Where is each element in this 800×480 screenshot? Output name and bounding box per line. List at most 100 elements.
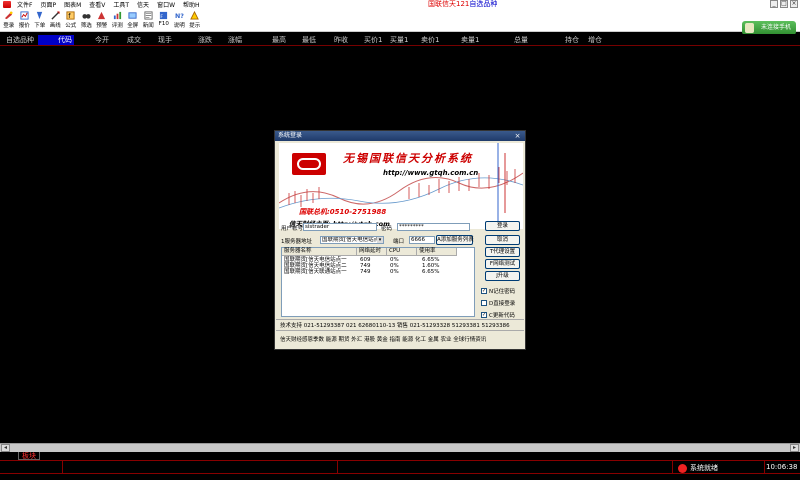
toolbar-login-button[interactable]: 登录 <box>1 9 17 31</box>
system-status-text: 系统就绪 <box>690 464 718 472</box>
toolbar-alert-button[interactable]: 预警 <box>94 9 110 31</box>
server-row[interactable]: 国联期货[信天联通站点一 749 0% 6.65% <box>282 269 476 275</box>
minimize-icon[interactable]: _ <box>770 0 778 8</box>
toolbar-help-button[interactable]: N? 说明 <box>172 9 188 31</box>
toolbar-filter-button[interactable]: 筛选 <box>79 9 95 31</box>
system-status: 系统就绪 <box>678 463 718 473</box>
menu-chart[interactable]: 图表M <box>60 0 85 9</box>
checkbox-checked-icon: ✓ <box>481 288 487 294</box>
cancel-button[interactable]: 取消 <box>485 235 520 245</box>
status-divider <box>764 461 765 473</box>
update-code-checkbox[interactable]: ✓ C更新代码 <box>481 311 515 319</box>
column-bid1[interactable]: 买价1 <box>364 35 382 45</box>
title-app-name: 国联信天121 <box>428 0 470 8</box>
toolbar-quote-button[interactable]: 报价 <box>17 9 33 31</box>
column-ask1[interactable]: 卖价1 <box>421 35 439 45</box>
scroll-right-icon[interactable]: ▸ <box>790 444 799 452</box>
login-icon <box>5 11 13 20</box>
column-open-interest[interactable]: 持仓 <box>565 35 579 45</box>
server-select[interactable]: 国联期货[信天电信站点 ▾ <box>320 236 384 244</box>
hint-icon <box>190 11 200 20</box>
column-total-volume[interactable]: 总量 <box>514 35 528 45</box>
column-change-pct[interactable]: 涨幅 <box>228 35 242 45</box>
dialog-divider <box>276 319 524 320</box>
toolbar-formula-button[interactable]: f 公式 <box>63 9 79 31</box>
connect-phone-label: 未连接手机 <box>760 24 791 31</box>
help-icon: N? <box>175 13 184 20</box>
dialog-close-icon[interactable]: × <box>513 132 522 140</box>
column-low[interactable]: 最低 <box>302 35 316 45</box>
guolian-logo <box>292 153 326 175</box>
chevron-down-icon: ▾ <box>377 237 383 243</box>
dialog-titlebar: 系统登录 × <box>275 131 525 141</box>
column-prev-close[interactable]: 昨收 <box>334 35 348 45</box>
add-server-button[interactable]: A添加服务列表 <box>436 235 474 245</box>
port-label: 端口 <box>393 239 405 245</box>
filter-icon <box>82 14 91 19</box>
server-list-header-latency[interactable]: 网络延时 <box>357 248 387 256</box>
menu-xintian[interactable]: 信天 <box>133 0 153 9</box>
toolbar-fullscreen-button[interactable]: 全屏 <box>125 9 141 31</box>
column-oi-change[interactable]: 增仓 <box>588 35 602 45</box>
quote-icon <box>20 11 29 20</box>
f10-icon: F <box>160 11 168 20</box>
column-ask-vol1[interactable]: 卖量1 <box>461 35 479 45</box>
server-latency: 749 <box>360 269 371 275</box>
menu-help[interactable]: 帮助H <box>179 0 204 9</box>
quote-column-header: 自选品种 代码 今开 成交 现手 涨跌 涨幅 最高 最低 昨收 买价1 买量1 … <box>0 34 800 46</box>
toolbar-label: 提示 <box>189 23 201 29</box>
toolbar-label: 说明 <box>173 23 185 29</box>
server-list-header-cpu[interactable]: CPU <box>387 248 417 256</box>
drawline-icon <box>51 11 60 20</box>
alert-icon <box>98 11 106 20</box>
horizontal-scrollbar[interactable]: ◂ ▸ <box>0 443 800 452</box>
toolbar-order-button[interactable]: 下单 <box>32 9 48 31</box>
status-divider <box>62 461 63 473</box>
menu-view[interactable]: 查看V <box>85 0 109 9</box>
toolbar-f10-button[interactable]: F F10 <box>156 9 172 31</box>
server-list-header-usage[interactable]: 使用率 <box>417 248 457 256</box>
svg-text:F: F <box>161 14 164 20</box>
upgrade-button[interactable]: J升级 <box>485 271 520 281</box>
column-open[interactable]: 今开 <box>95 35 109 45</box>
status-divider <box>672 461 673 473</box>
news-ticker[interactable]: 信天财经感恩季数 能源 期货 外汇 港股 黄金 指南 能源 化工 金属 农业 全… <box>280 335 486 343</box>
remember-password-checkbox[interactable]: ✓ N记住密码 <box>481 287 515 295</box>
close-icon[interactable]: × <box>790 0 798 8</box>
password-field[interactable]: ********* <box>397 223 470 231</box>
server-usage: 6.65% <box>422 269 440 275</box>
dialog-divider <box>276 330 524 331</box>
menu-window[interactable]: 窗口W <box>153 0 179 9</box>
column-code[interactable]: 代码 <box>38 35 74 45</box>
user-field[interactable]: sistrader <box>303 223 377 231</box>
toolbar-test-button[interactable]: 评测 <box>110 9 126 31</box>
column-current-hand[interactable]: 现手 <box>158 35 172 45</box>
column-bid-vol1[interactable]: 买量1 <box>390 35 408 45</box>
direct-login-checkbox[interactable]: D直接登录 <box>481 299 515 307</box>
menu-tools[interactable]: 工具T <box>109 0 133 9</box>
port-field[interactable]: 6666 <box>409 236 435 244</box>
menu-page[interactable]: 页面P <box>36 0 60 9</box>
window-controls: _ □ × <box>770 0 798 8</box>
network-test-button[interactable]: F网络测试 <box>485 259 520 269</box>
maximize-icon[interactable]: □ <box>780 0 788 8</box>
fullscreen-icon <box>128 12 137 19</box>
order-icon <box>37 11 43 20</box>
checkbox-checked-icon: ✓ <box>481 312 487 318</box>
column-high[interactable]: 最高 <box>272 35 286 45</box>
proxy-settings-button[interactable]: T代理设置 <box>485 247 520 257</box>
connect-phone-button[interactable]: 未连接手机 <box>742 21 796 35</box>
status-divider <box>337 461 338 473</box>
server-list-header-name[interactable]: 服务器名称 <box>282 248 357 256</box>
toolbar-news-button[interactable]: 新闻 <box>141 9 157 31</box>
column-watchlist[interactable]: 自选品种 <box>6 35 34 45</box>
column-change[interactable]: 涨跌 <box>198 35 212 45</box>
column-volume-traded[interactable]: 成交 <box>127 35 141 45</box>
menu-file[interactable]: 文件F <box>13 0 36 9</box>
toolbar-hint-button[interactable]: 提示 <box>187 9 203 31</box>
scroll-left-icon[interactable]: ◂ <box>1 444 10 452</box>
toolbar-label: F10 <box>158 21 169 27</box>
user-label: 用户帐号 <box>281 226 304 232</box>
login-button[interactable]: 登录 <box>485 221 520 231</box>
toolbar-drawline-button[interactable]: 画线 <box>48 9 64 31</box>
